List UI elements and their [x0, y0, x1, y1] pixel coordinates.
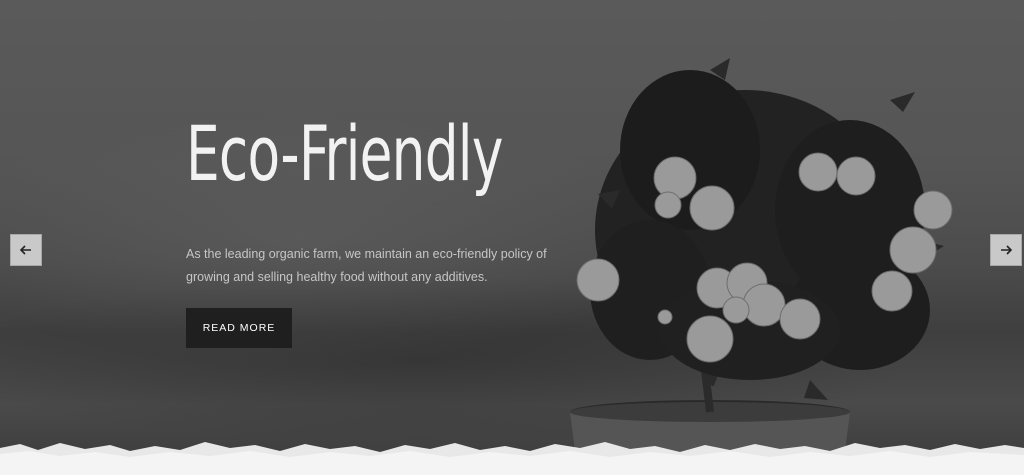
torn-paper-edge: [0, 442, 1024, 475]
hero-slider: Eco-Friendly As the leading organic farm…: [0, 0, 1024, 475]
arrow-right-icon: [1001, 245, 1013, 255]
hero-description: As the leading organic farm, we maintain…: [186, 247, 547, 284]
orange-tree-image: [570, 58, 953, 475]
slider-next-button[interactable]: [990, 234, 1022, 266]
slider-prev-button[interactable]: [10, 234, 42, 266]
hero-title: Eco-Friendly: [186, 109, 503, 198]
read-more-button[interactable]: READ MORE: [186, 308, 292, 348]
arrow-left-icon: [19, 245, 31, 255]
